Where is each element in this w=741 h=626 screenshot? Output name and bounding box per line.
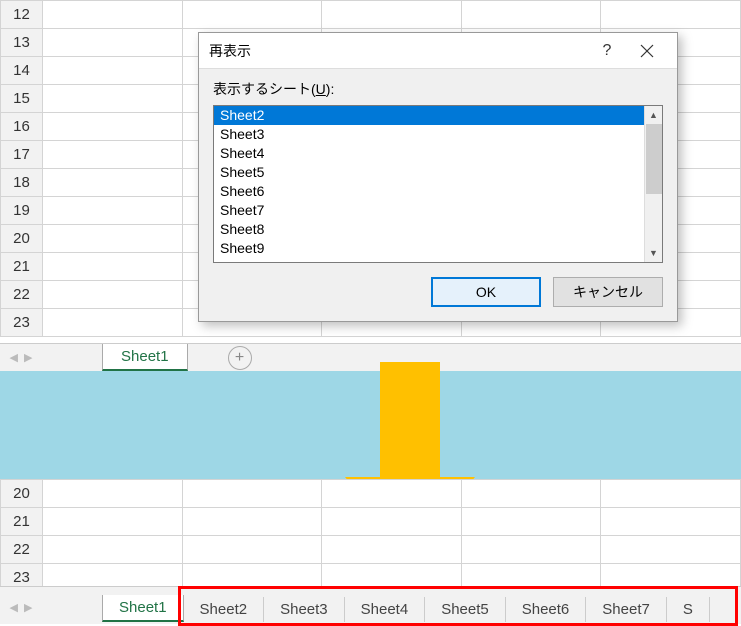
- tab-nav-arrows[interactable]: ◀▶: [0, 351, 42, 364]
- cell[interactable]: [601, 1, 741, 29]
- grid-bottom: 20 21 22 23: [0, 479, 741, 592]
- cell[interactable]: [42, 253, 182, 281]
- list-item[interactable]: Sheet6: [214, 182, 644, 201]
- close-icon: [640, 44, 654, 58]
- cell[interactable]: [42, 309, 182, 337]
- cell[interactable]: [601, 536, 741, 564]
- sheet-tab[interactable]: Sheet7: [586, 597, 667, 622]
- row-header[interactable]: 20: [1, 225, 43, 253]
- cell[interactable]: [42, 57, 182, 85]
- row-header[interactable]: 20: [1, 480, 43, 508]
- cell[interactable]: [461, 480, 601, 508]
- chevron-right-icon: ▶: [24, 601, 32, 614]
- sheet-tab[interactable]: Sheet2: [184, 597, 265, 622]
- cell[interactable]: [182, 536, 322, 564]
- row-header[interactable]: 23: [1, 309, 43, 337]
- cell[interactable]: [42, 225, 182, 253]
- list-item[interactable]: Sheet2: [214, 106, 644, 125]
- dialog-title: 再表示: [209, 41, 587, 61]
- row-header[interactable]: 21: [1, 508, 43, 536]
- row-header[interactable]: 14: [1, 57, 43, 85]
- cell[interactable]: [601, 508, 741, 536]
- scroll-down-icon[interactable]: ▼: [645, 244, 662, 262]
- dialog-titlebar[interactable]: 再表示 ?: [199, 33, 677, 69]
- list-item[interactable]: Sheet5: [214, 163, 644, 182]
- sheet-tab[interactable]: Sheet5: [425, 597, 506, 622]
- row-header[interactable]: 12: [1, 1, 43, 29]
- row-header[interactable]: 22: [1, 536, 43, 564]
- sheet-tab[interactable]: S: [667, 597, 710, 622]
- dialog-buttons: OK キャンセル: [213, 277, 663, 307]
- plus-icon: +: [235, 349, 244, 367]
- ok-button[interactable]: OK: [431, 277, 541, 307]
- cell[interactable]: [42, 480, 182, 508]
- unhide-dialog: 再表示 ? 表示するシート(U): Sheet2 Sheet3 Sheet4 S…: [198, 32, 678, 322]
- row-header[interactable]: 13: [1, 29, 43, 57]
- cell[interactable]: [42, 197, 182, 225]
- row-header[interactable]: 18: [1, 169, 43, 197]
- cell[interactable]: [42, 113, 182, 141]
- list-item[interactable]: Sheet7: [214, 201, 644, 220]
- scrollbar[interactable]: ▲ ▼: [644, 106, 662, 262]
- cancel-button[interactable]: キャンセル: [553, 277, 663, 307]
- cell[interactable]: [42, 169, 182, 197]
- sheet-tab[interactable]: Sheet3: [264, 597, 345, 622]
- list-item[interactable]: Sheet3: [214, 125, 644, 144]
- row-header[interactable]: 17: [1, 141, 43, 169]
- cell[interactable]: [461, 536, 601, 564]
- row-header[interactable]: 15: [1, 85, 43, 113]
- row-header[interactable]: 19: [1, 197, 43, 225]
- chevron-left-icon: ◀: [10, 601, 18, 614]
- list-item[interactable]: Sheet8: [214, 220, 644, 239]
- close-button[interactable]: [627, 33, 667, 69]
- cell[interactable]: [601, 480, 741, 508]
- cell[interactable]: [322, 536, 462, 564]
- sheet-tab-bar-after: ◀▶ Sheet1 Sheet2 Sheet3 Sheet4 Sheet5 Sh…: [0, 586, 741, 624]
- sheet-listbox[interactable]: Sheet2 Sheet3 Sheet4 Sheet5 Sheet6 Sheet…: [213, 105, 663, 263]
- list-item[interactable]: Sheet9: [214, 239, 644, 258]
- sheet-tab[interactable]: Sheet1: [102, 595, 184, 622]
- row-header[interactable]: 22: [1, 281, 43, 309]
- cell[interactable]: [182, 1, 322, 29]
- help-button[interactable]: ?: [587, 33, 627, 69]
- row-header[interactable]: 21: [1, 253, 43, 281]
- scroll-up-icon[interactable]: ▲: [645, 106, 662, 124]
- cell[interactable]: [322, 508, 462, 536]
- add-sheet-button[interactable]: +: [228, 346, 252, 370]
- sheet-tab-active[interactable]: Sheet1: [102, 344, 188, 371]
- cell[interactable]: [182, 508, 322, 536]
- scroll-thumb[interactable]: [646, 124, 662, 194]
- dialog-body: 表示するシート(U): Sheet2 Sheet3 Sheet4 Sheet5 …: [199, 69, 677, 321]
- listbox-label: 表示するシート(U):: [213, 79, 663, 99]
- list-item[interactable]: Sheet4: [214, 144, 644, 163]
- cell[interactable]: [42, 29, 182, 57]
- cell[interactable]: [42, 536, 182, 564]
- cell[interactable]: [42, 85, 182, 113]
- cell[interactable]: [42, 281, 182, 309]
- cell[interactable]: [182, 480, 322, 508]
- chevron-right-icon: ▶: [24, 351, 32, 364]
- spreadsheet-after: 20 21 22 23 ◀▶ Sheet1 Sheet2 Sheet3 Shee…: [0, 479, 741, 624]
- cell[interactable]: [42, 508, 182, 536]
- cell[interactable]: [42, 141, 182, 169]
- cell[interactable]: [461, 508, 601, 536]
- row-header[interactable]: 16: [1, 113, 43, 141]
- cell[interactable]: [461, 1, 601, 29]
- tab-nav-arrows[interactable]: ◀▶: [0, 601, 42, 614]
- cell[interactable]: [42, 1, 182, 29]
- sheet-tab[interactable]: Sheet6: [506, 597, 587, 622]
- cell[interactable]: [322, 1, 462, 29]
- sheet-tab[interactable]: Sheet4: [345, 597, 426, 622]
- chevron-left-icon: ◀: [10, 351, 18, 364]
- cell[interactable]: [322, 480, 462, 508]
